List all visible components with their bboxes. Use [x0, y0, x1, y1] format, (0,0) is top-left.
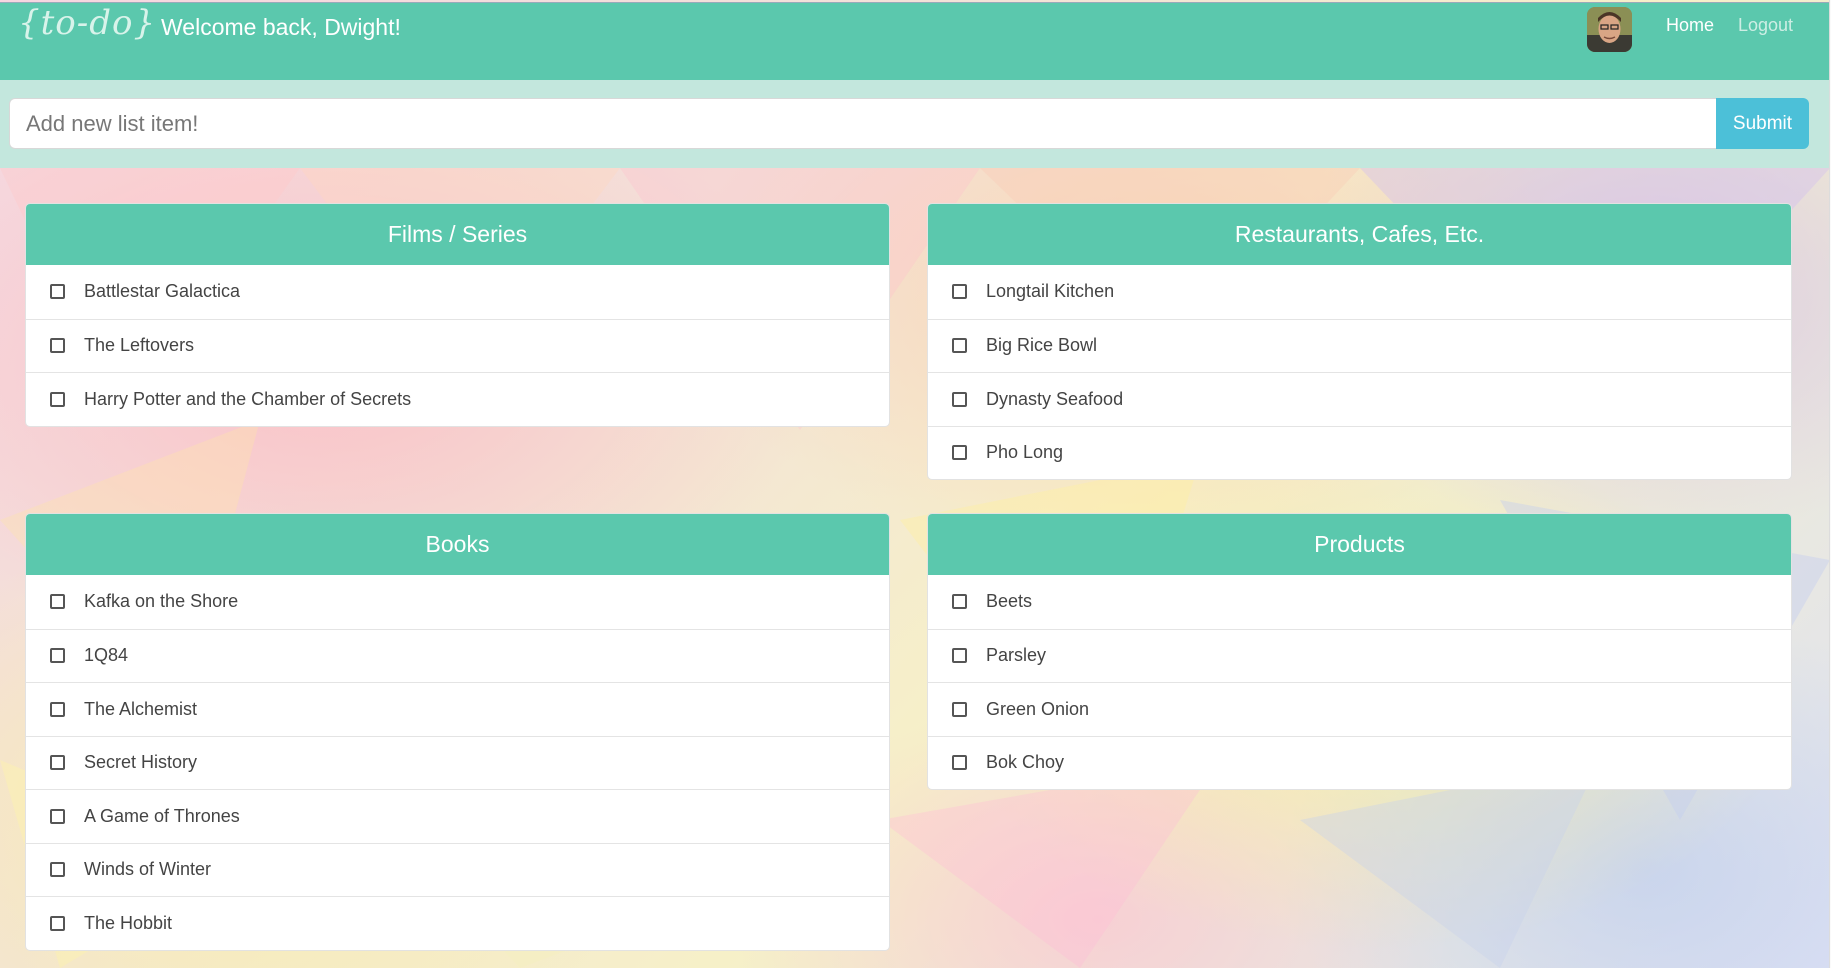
checkbox[interactable] — [50, 391, 65, 407]
checkbox[interactable] — [952, 445, 967, 461]
checkbox[interactable] — [50, 808, 65, 824]
item-label: Battlestar Galactica — [84, 281, 241, 302]
list-item: Parsley — [928, 628, 1791, 683]
list-item: Harry Potter and the Chamber of Secrets — [26, 372, 889, 426]
item-list: Beets Parsley Green Onion Bok Choy — [928, 575, 1791, 789]
checkbox[interactable] — [50, 862, 65, 878]
checkbox[interactable] — [50, 594, 65, 610]
item-label: Green Onion — [986, 698, 1090, 719]
list-item: Battlestar Galactica — [26, 265, 889, 319]
item-label: The Hobbit — [84, 912, 173, 933]
checkbox[interactable] — [952, 338, 967, 354]
item-list: Kafka on the Shore 1Q84 The Alchemist Se… — [26, 575, 889, 950]
item-label: Pho Long — [986, 442, 1064, 463]
list-panel-products: Products Beets Parsley Green Onion Bok C… — [927, 513, 1792, 790]
user-avatar[interactable] — [1587, 7, 1632, 52]
list-item: Bok Choy — [928, 735, 1791, 790]
list-item: The Leftovers — [26, 318, 889, 373]
item-list: Battlestar Galactica The Leftovers Harry… — [26, 265, 889, 426]
item-label: Longtail Kitchen — [986, 281, 1115, 302]
app-logo[interactable]: {to-do} — [18, 3, 156, 43]
list-panel-restaurants: Restaurants, Cafes, Etc. Longtail Kitche… — [927, 203, 1792, 480]
checkbox[interactable] — [50, 701, 65, 717]
list-item: A Game of Thrones — [26, 789, 889, 843]
item-label: The Alchemist — [84, 698, 198, 719]
checkbox[interactable] — [952, 594, 967, 610]
checkbox[interactable] — [952, 701, 967, 717]
top-navbar: {to-do} Welcome back, Dwight! Home Logou… — [0, 2, 1829, 80]
list-item: Big Rice Bowl — [928, 318, 1791, 373]
checkbox[interactable] — [50, 755, 65, 771]
panel-title: Restaurants, Cafes, Etc. — [928, 204, 1791, 265]
item-label: Bok Choy — [986, 752, 1065, 773]
item-label: Big Rice Bowl — [986, 335, 1098, 356]
item-label: Harry Potter and the Chamber of Secrets — [84, 388, 412, 409]
list-item: Green Onion — [928, 682, 1791, 736]
nav-home-link[interactable]: Home — [1666, 15, 1714, 36]
item-label: A Game of Thrones — [84, 805, 240, 826]
list-item: Winds of Winter — [26, 842, 889, 897]
item-label: Dynasty Seafood — [986, 388, 1124, 409]
panel-title: Products — [928, 514, 1791, 575]
checkbox[interactable] — [50, 284, 65, 300]
list-item: Longtail Kitchen — [928, 265, 1791, 319]
welcome-message: Welcome back, Dwight! — [161, 14, 401, 40]
checkbox[interactable] — [952, 391, 967, 407]
panel-title: Books — [26, 514, 889, 575]
list-panel-films-series: Films / Series Battlestar Galactica The … — [25, 203, 890, 427]
checkbox[interactable] — [50, 915, 65, 931]
item-label: Winds of Winter — [84, 859, 212, 880]
checkbox[interactable] — [952, 648, 967, 664]
new-item-input[interactable] — [9, 98, 1717, 149]
checkbox[interactable] — [952, 284, 967, 300]
list-item: 1Q84 — [26, 628, 889, 683]
list-item: Pho Long — [928, 425, 1791, 480]
item-label: Beets — [986, 591, 1033, 612]
avatar-portrait — [1587, 7, 1632, 52]
list-item: Kafka on the Shore — [26, 575, 889, 629]
item-label: 1Q84 — [84, 645, 129, 666]
list-item: Secret History — [26, 735, 889, 790]
list-item: The Hobbit — [26, 896, 889, 950]
list-item: Dynasty Seafood — [928, 372, 1791, 426]
item-label: The Leftovers — [84, 335, 195, 356]
item-label: Kafka on the Shore — [84, 591, 239, 612]
page: {to-do} Welcome back, Dwight! Home Logou… — [0, 0, 1830, 968]
list-panel-books: Books Kafka on the Shore 1Q84 The Alchem… — [25, 513, 890, 951]
item-list: Longtail Kitchen Big Rice Bowl Dynasty S… — [928, 265, 1791, 479]
nav-logout-link[interactable]: Logout — [1738, 15, 1793, 36]
item-label: Secret History — [84, 752, 198, 773]
list-item: Beets — [928, 575, 1791, 629]
list-item: The Alchemist — [26, 682, 889, 736]
checkbox[interactable] — [952, 755, 967, 771]
checkbox[interactable] — [50, 648, 65, 664]
item-label: Parsley — [986, 645, 1047, 666]
panel-title: Films / Series — [26, 204, 889, 265]
checkbox[interactable] — [50, 338, 65, 354]
submit-button[interactable]: Submit — [1716, 98, 1809, 149]
